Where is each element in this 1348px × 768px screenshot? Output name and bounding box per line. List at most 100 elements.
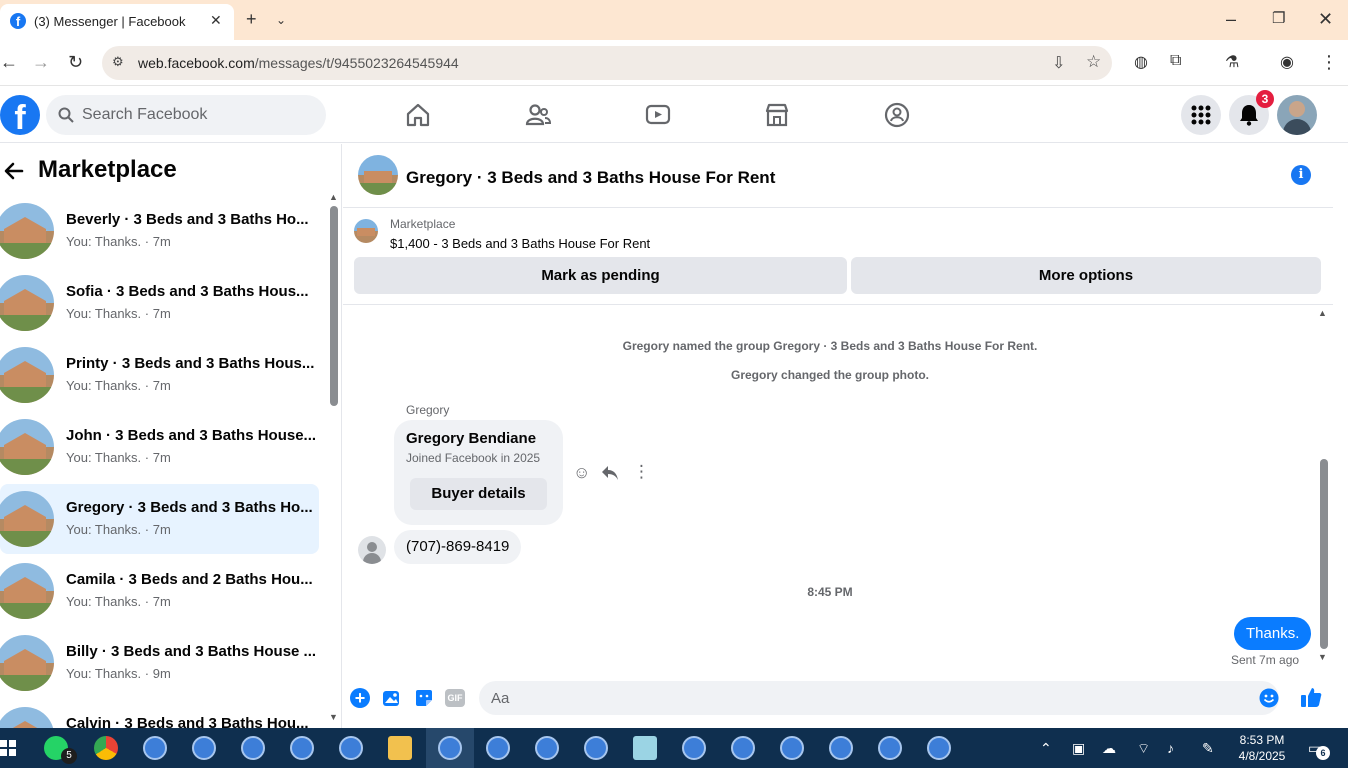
listing-thumbnail[interactable] bbox=[354, 219, 378, 243]
chrome-profile-icon[interactable] bbox=[535, 736, 559, 760]
home-icon[interactable] bbox=[404, 101, 432, 129]
sticker-icon[interactable] bbox=[414, 688, 434, 708]
chat-avatar[interactable] bbox=[358, 155, 398, 195]
minimize-window-icon[interactable]: – bbox=[1226, 9, 1236, 30]
facebook-logo-icon[interactable]: f bbox=[0, 95, 40, 137]
chat-scrollbar[interactable] bbox=[1320, 459, 1328, 649]
chrome-icon[interactable] bbox=[94, 736, 118, 760]
windows-start-icon[interactable] bbox=[0, 740, 16, 756]
wifi-icon[interactable]: ⌔ bbox=[1137, 740, 1150, 758]
like-thumb-icon[interactable] bbox=[1300, 686, 1322, 708]
file-explorer-icon[interactable] bbox=[388, 736, 412, 760]
video-icon[interactable] bbox=[644, 101, 672, 129]
conversation-row[interactable]: Gregory · 3 Beds and 3 Baths Ho... You: T… bbox=[0, 484, 319, 554]
scroll-down-icon[interactable]: ▼ bbox=[329, 712, 338, 722]
react-emoji-icon[interactable]: ☺ bbox=[573, 463, 590, 483]
chrome-profile-icon[interactable] bbox=[192, 736, 216, 760]
facebook-top-bar: f Search Facebook bbox=[0, 87, 1348, 143]
new-tab-icon[interactable]: + bbox=[246, 9, 257, 30]
conversation-preview: You: Thanks. · 7m bbox=[66, 306, 171, 321]
conversation-row[interactable]: Beverly · 3 Beds and 3 Baths Ho... You: T… bbox=[0, 196, 319, 266]
marketplace-icon[interactable] bbox=[763, 101, 791, 129]
chrome-profile-icon[interactable] bbox=[731, 736, 755, 760]
friends-icon[interactable] bbox=[524, 101, 552, 129]
house-photo-icon bbox=[0, 203, 54, 259]
close-tab-icon[interactable]: ✕ bbox=[210, 12, 222, 29]
close-window-icon[interactable]: ✕ bbox=[1318, 9, 1333, 30]
conversation-preview: You: Thanks. · 7m bbox=[66, 234, 171, 249]
conversation-list-scrollbar[interactable] bbox=[330, 206, 338, 406]
reply-icon[interactable] bbox=[601, 465, 619, 481]
message-input[interactable]: Aa bbox=[479, 681, 1279, 715]
extension-globe-icon[interactable]: ◍ bbox=[1134, 52, 1148, 72]
conversation-name: Beverly · 3 Beds and 3 Baths Ho... bbox=[66, 211, 309, 228]
chat-scroll-up-icon[interactable]: ▲ bbox=[1318, 308, 1327, 318]
account-avatar[interactable] bbox=[1277, 95, 1317, 135]
avatar-face-shape bbox=[1289, 101, 1305, 117]
notepad-icon[interactable] bbox=[633, 736, 657, 760]
taskbar-clock[interactable]: 8:53 PM 4/8/2025 bbox=[1232, 732, 1292, 764]
chrome-profile-icon[interactable] bbox=[143, 736, 167, 760]
chrome-profile-icon[interactable] bbox=[927, 736, 951, 760]
conversation-info-icon[interactable]: i bbox=[1291, 165, 1311, 185]
onedrive-cloud-icon[interactable]: ☁ bbox=[1102, 740, 1116, 757]
emoji-icon[interactable] bbox=[1259, 688, 1279, 708]
chrome-profile-icon[interactable] bbox=[584, 736, 608, 760]
groups-icon[interactable] bbox=[883, 101, 911, 129]
gif-icon[interactable]: GIF bbox=[445, 689, 465, 707]
conversation-row[interactable]: Billy · 3 Beds and 3 Baths House ... You:… bbox=[0, 628, 319, 698]
chrome-profile-icon[interactable] bbox=[780, 736, 804, 760]
extensions-puzzle-icon[interactable]: ⧉ bbox=[1170, 52, 1181, 70]
chrome-profile-icon[interactable] bbox=[486, 736, 510, 760]
bookmark-star-icon[interactable]: ☆ bbox=[1086, 52, 1101, 72]
tab-search-chevron-icon[interactable]: ⌄ bbox=[276, 13, 286, 27]
chrome-profile-active-icon[interactable] bbox=[438, 736, 462, 760]
forward-icon[interactable]: → bbox=[32, 52, 50, 73]
photo-icon[interactable] bbox=[382, 688, 402, 708]
chrome-profile-icon[interactable] bbox=[241, 736, 265, 760]
back-icon[interactable]: ← bbox=[0, 52, 18, 73]
install-app-icon[interactable]: ⇩ bbox=[1052, 53, 1065, 73]
conversation-thumbnail bbox=[0, 419, 54, 475]
buyer-details-button[interactable]: Buyer details bbox=[410, 478, 547, 510]
conversation-row[interactable]: Camila · 3 Beds and 2 Baths Hou... You: T… bbox=[0, 556, 319, 626]
conversation-row[interactable]: John · 3 Beds and 3 Baths House... You: T… bbox=[0, 412, 319, 482]
conversation-row[interactable]: Printy · 3 Beds and 3 Baths Hous... You: … bbox=[0, 340, 319, 410]
chrome-profile-icon[interactable] bbox=[290, 736, 314, 760]
more-options-button[interactable]: More options bbox=[851, 257, 1321, 294]
url-omnibox[interactable]: ⚙ web.facebook.com/messages/t/9455023264… bbox=[102, 46, 1112, 80]
scroll-up-icon[interactable]: ▲ bbox=[329, 192, 338, 202]
site-settings-icon[interactable]: ⚙ bbox=[112, 54, 124, 70]
volume-icon[interactable]: ♪ bbox=[1167, 740, 1174, 756]
conversation-name: Billy · 3 Beds and 3 Baths House ... bbox=[66, 643, 317, 660]
show-hidden-icons-icon[interactable]: ⌃ bbox=[1040, 740, 1052, 757]
pen-icon[interactable]: ✎ bbox=[1202, 740, 1214, 757]
more-actions-icon[interactable]: ⋮ bbox=[633, 462, 650, 482]
browser-menu-icon[interactable]: ⋮ bbox=[1320, 52, 1338, 73]
back-arrow-icon[interactable] bbox=[4, 162, 24, 180]
conversation-row[interactable]: Calvin · 3 Beds and 3 Baths Hou... bbox=[0, 700, 319, 728]
reload-icon[interactable]: ↻ bbox=[68, 52, 83, 73]
chat-scroll-down-icon[interactable]: ▼ bbox=[1318, 652, 1327, 662]
restore-window-icon[interactable]: ❐ bbox=[1272, 9, 1285, 27]
chrome-profile-icon[interactable] bbox=[682, 736, 706, 760]
add-attachment-icon[interactable]: + bbox=[350, 688, 370, 708]
profile-icon[interactable]: ◉ bbox=[1280, 52, 1294, 72]
chrome-profile-icon[interactable] bbox=[339, 736, 363, 760]
meet-now-icon[interactable]: ▣ bbox=[1072, 740, 1085, 757]
chrome-profile-icon[interactable] bbox=[829, 736, 853, 760]
browser-tab[interactable]: f (3) Messenger | Facebook ✕ bbox=[0, 4, 234, 40]
conversation-row[interactable]: Sofia · 3 Beds and 3 Baths Hous... You: T… bbox=[0, 268, 319, 338]
labs-flask-icon[interactable]: ⚗ bbox=[1225, 52, 1239, 72]
chrome-profile-icon[interactable] bbox=[878, 736, 902, 760]
chat-title[interactable]: Gregory · 3 Beds and 3 Baths House For R… bbox=[406, 168, 775, 188]
system-message-rename: Gregory named the group Gregory · 3 Beds… bbox=[622, 339, 1038, 353]
sent-message-bubble[interactable]: Thanks. bbox=[1234, 617, 1312, 650]
received-message-phone[interactable]: (707)-869-8419 bbox=[394, 530, 522, 564]
search-facebook-input[interactable]: Search Facebook bbox=[46, 95, 326, 135]
sender-small-avatar[interactable] bbox=[358, 536, 386, 564]
menu-grid-button[interactable] bbox=[1181, 95, 1221, 135]
search-icon bbox=[58, 107, 74, 123]
mark-as-pending-button[interactable]: Mark as pending bbox=[354, 257, 847, 294]
listing-title[interactable]: $1,400 - 3 Beds and 3 Baths House For Re… bbox=[390, 236, 650, 251]
